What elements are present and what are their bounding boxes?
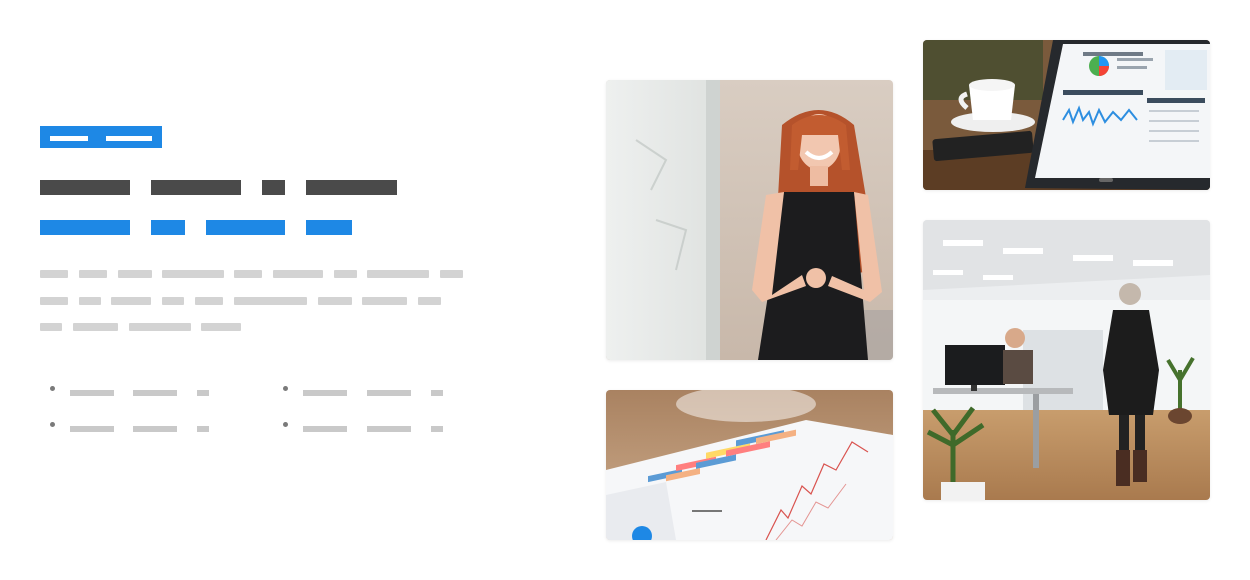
paragraph-word-placeholder bbox=[79, 297, 101, 305]
hero-tag-badge bbox=[40, 126, 162, 148]
paragraph-word-placeholder bbox=[73, 323, 118, 331]
list-item-placeholder bbox=[197, 426, 209, 432]
presenter-photo bbox=[606, 80, 893, 360]
paragraph-word-placeholder bbox=[367, 270, 429, 278]
paragraph-word-placeholder bbox=[40, 323, 62, 331]
list-item-placeholder bbox=[367, 426, 411, 432]
tag-text-placeholder bbox=[50, 136, 88, 141]
paragraph-word-placeholder bbox=[162, 297, 184, 305]
bullet-dot bbox=[283, 422, 288, 427]
list-item-placeholder bbox=[133, 390, 177, 396]
paragraph-word-placeholder bbox=[129, 323, 191, 331]
list-item-placeholder bbox=[367, 390, 411, 396]
list-item-placeholder bbox=[431, 390, 443, 396]
report-chart-photo bbox=[606, 390, 893, 540]
paragraph-word-placeholder bbox=[118, 270, 152, 278]
paragraph-word-placeholder bbox=[201, 323, 241, 331]
tag-text-placeholder bbox=[106, 136, 152, 141]
list-item-placeholder bbox=[303, 426, 347, 432]
subheadline-word-placeholder bbox=[206, 220, 285, 235]
bullet-dot bbox=[50, 386, 55, 391]
paragraph-word-placeholder bbox=[318, 297, 352, 305]
paragraph-word-placeholder bbox=[79, 270, 107, 278]
bullet-dot bbox=[50, 422, 55, 427]
paragraph-word-placeholder bbox=[440, 270, 463, 278]
bullet-dot bbox=[283, 386, 288, 391]
list-item-placeholder bbox=[70, 426, 114, 432]
paragraph-word-placeholder bbox=[273, 270, 323, 278]
headline-word-placeholder bbox=[306, 180, 397, 195]
paragraph-word-placeholder bbox=[234, 270, 262, 278]
paragraph-word-placeholder bbox=[40, 270, 68, 278]
subheadline-word-placeholder bbox=[40, 220, 130, 235]
tablet-dashboard-photo bbox=[923, 40, 1210, 190]
list-item-placeholder bbox=[70, 390, 114, 396]
subheadline-word-placeholder bbox=[306, 220, 352, 235]
headline-word-placeholder bbox=[40, 180, 130, 195]
paragraph-word-placeholder bbox=[111, 297, 151, 305]
paragraph-word-placeholder bbox=[334, 270, 357, 278]
paragraph-word-placeholder bbox=[162, 270, 224, 278]
list-item-placeholder bbox=[431, 426, 443, 432]
headline-word-placeholder bbox=[262, 180, 285, 195]
office-photo bbox=[923, 220, 1210, 500]
paragraph-word-placeholder bbox=[40, 297, 68, 305]
subheadline-word-placeholder bbox=[151, 220, 185, 235]
list-item-placeholder bbox=[133, 426, 177, 432]
list-item-placeholder bbox=[303, 390, 347, 396]
paragraph-word-placeholder bbox=[418, 297, 441, 305]
paragraph-word-placeholder bbox=[195, 297, 223, 305]
paragraph-word-placeholder bbox=[362, 297, 407, 305]
headline-word-placeholder bbox=[151, 180, 241, 195]
paragraph-word-placeholder bbox=[234, 297, 307, 305]
list-item-placeholder bbox=[197, 390, 209, 396]
